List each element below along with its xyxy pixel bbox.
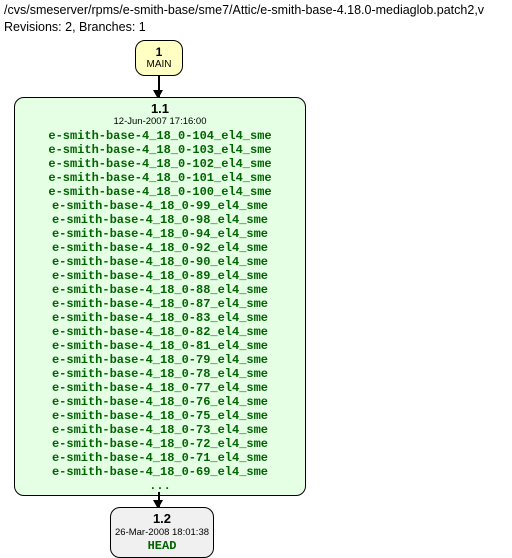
header: /cvs/smeserver/rpms/e-smith-base/sme7/At… [0, 0, 512, 40]
branch-label: MAIN [140, 59, 178, 71]
tags-ellipsis: ... [19, 479, 301, 493]
meta-text: Revisions: 2, Branches: 1 [4, 19, 508, 36]
revision-timestamp: 26-Mar-2008 18:01:38 [115, 527, 209, 538]
revision-timestamp: 12-Jun-2007 17:16:00 [19, 116, 301, 127]
branch-number: 1 [140, 45, 178, 59]
head-label: HEAD [115, 539, 209, 553]
revision-version: 1.2 [115, 511, 209, 526]
revision-graph: 1 MAIN 1.1 12-Jun-2007 17:16:00 e-smith-… [0, 40, 512, 545]
revision-version: 1.1 [19, 101, 301, 116]
revision-tags: e-smith-base-4_18_0-104_el4_sme e-smith-… [19, 129, 301, 479]
revision-node-1.2[interactable]: 1.2 26-Mar-2008 18:01:38 HEAD [110, 507, 214, 558]
path-text: /cvs/smeserver/rpms/e-smith-base/sme7/At… [4, 2, 508, 19]
branch-node-main[interactable]: 1 MAIN [135, 40, 183, 76]
revision-node-1.1[interactable]: 1.1 12-Jun-2007 17:16:00 e-smith-base-4_… [14, 97, 306, 496]
